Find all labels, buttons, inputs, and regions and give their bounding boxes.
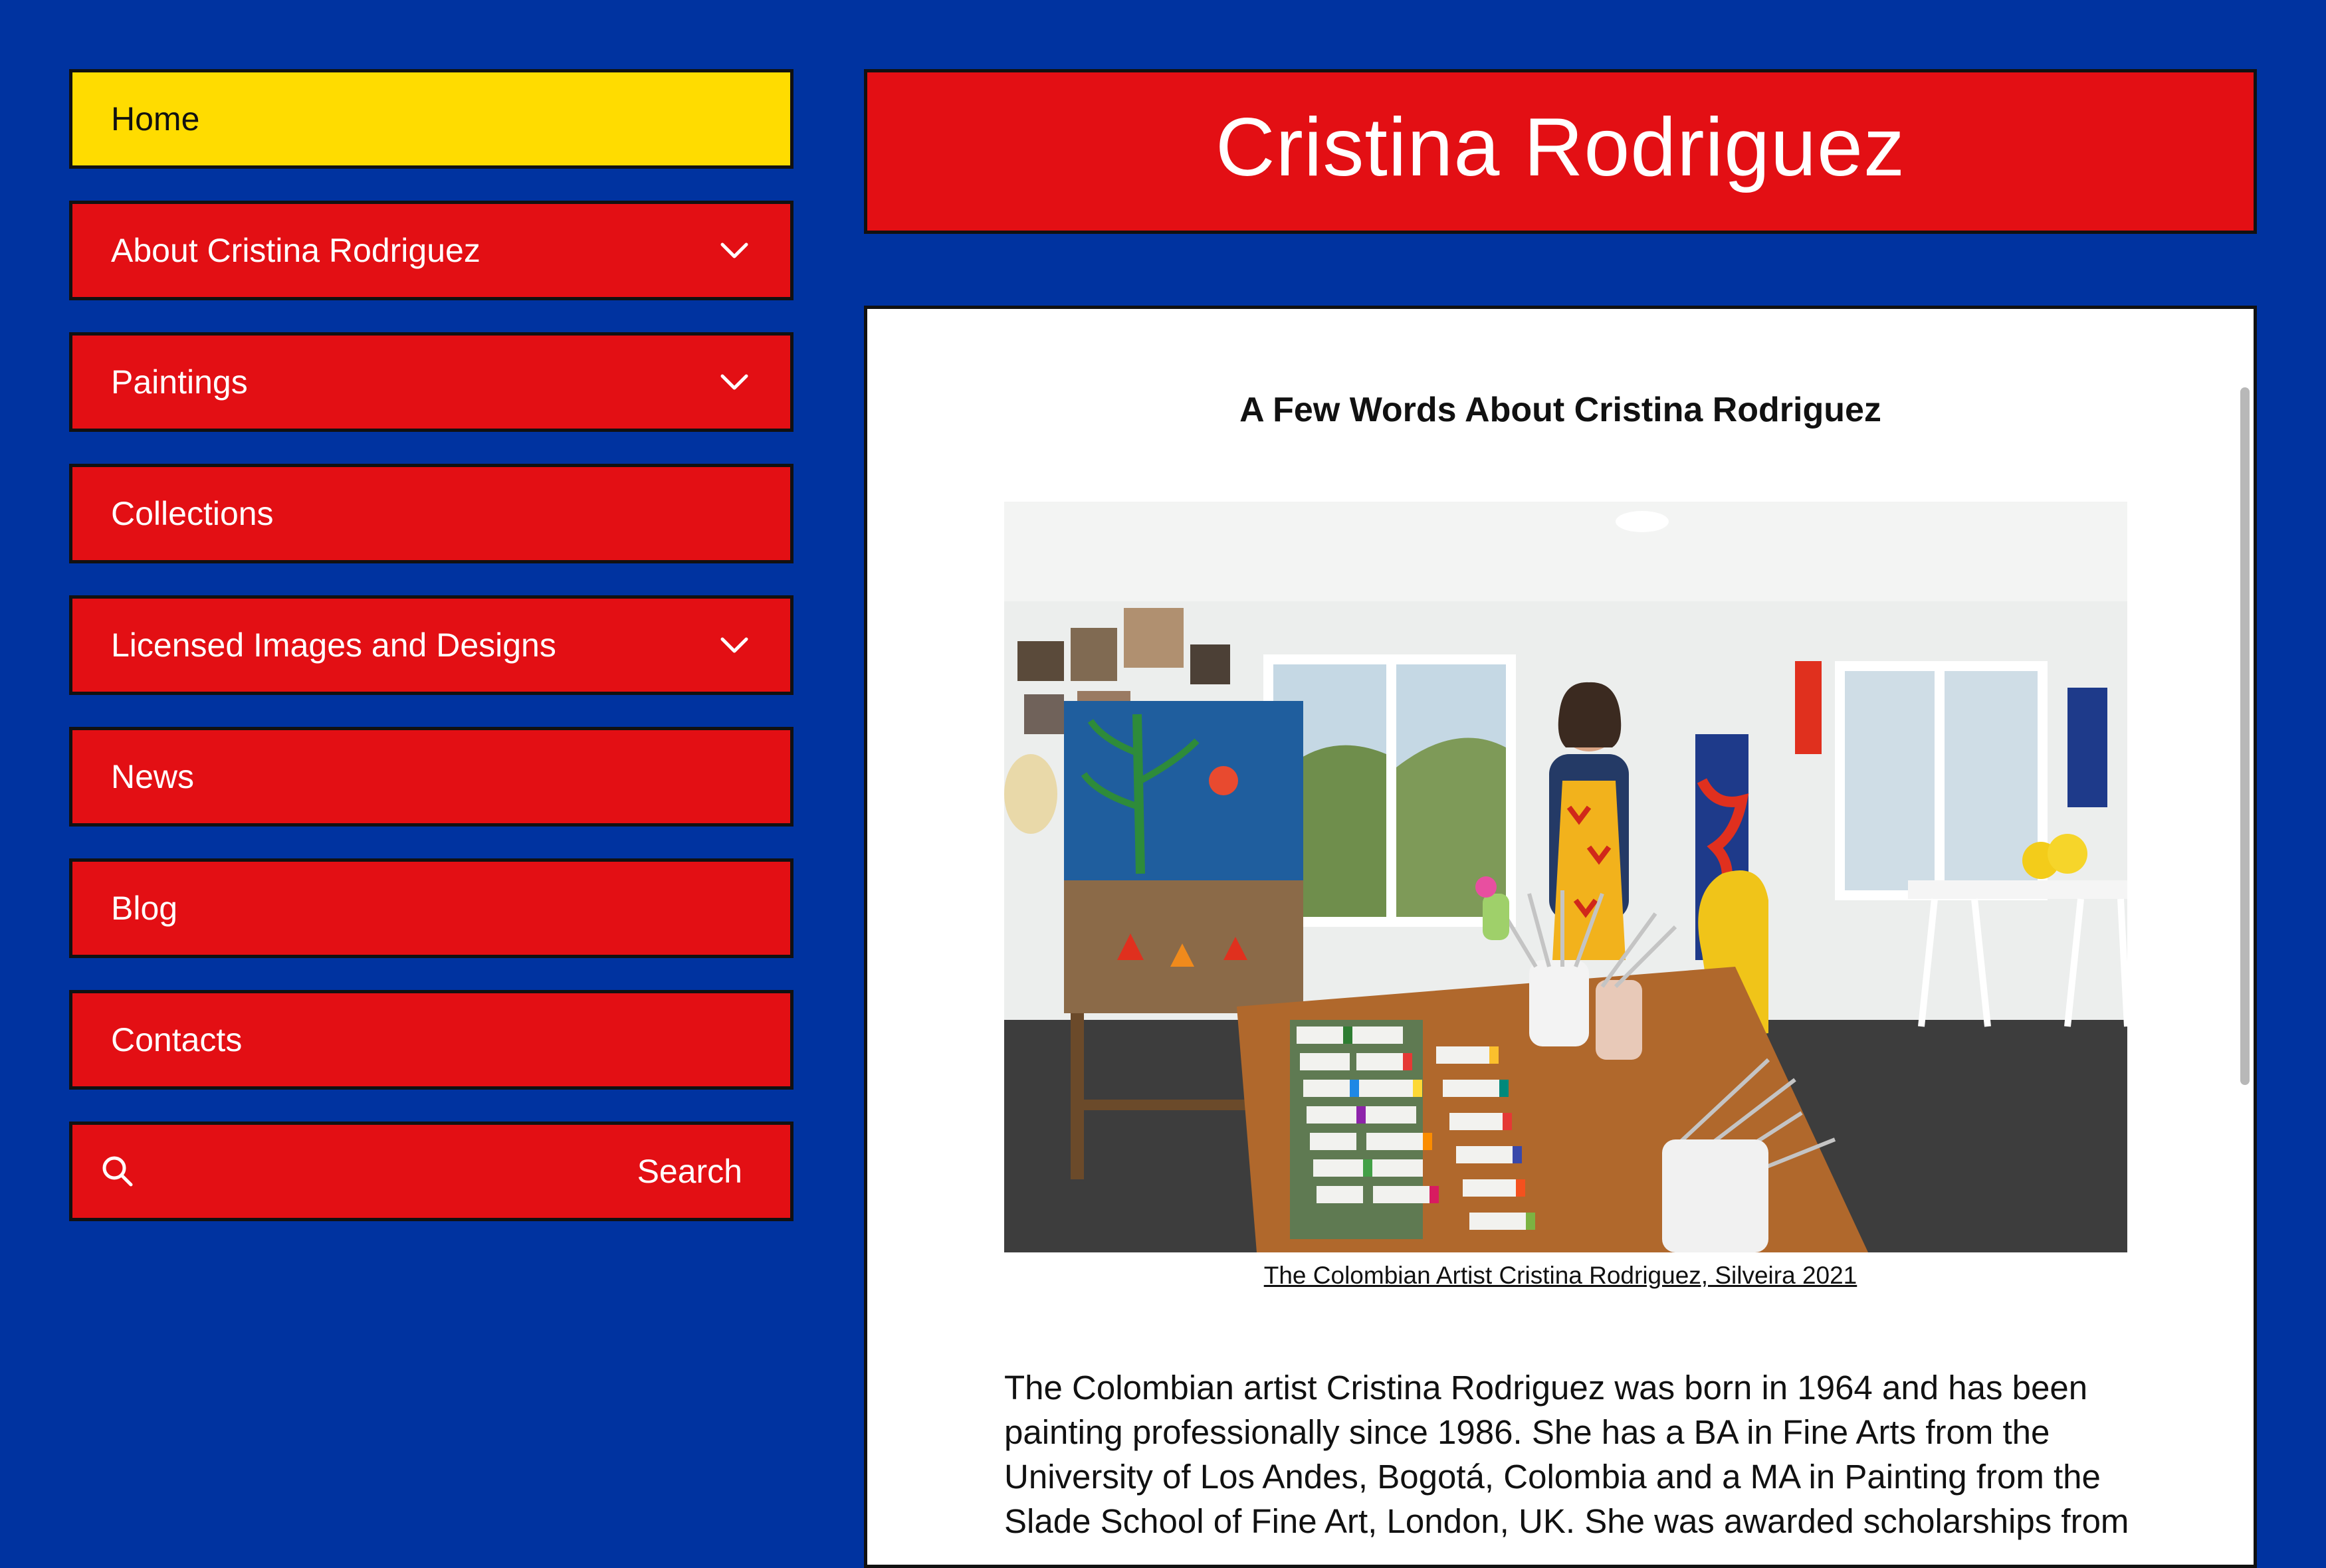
- intro-paragraph: The Colombian artist Cristina Rodriguez …: [1004, 1369, 2129, 1540]
- artist-studio-photo: [1004, 502, 2127, 1252]
- nav-item-paintings[interactable]: Paintings: [69, 332, 793, 432]
- site-title: Cristina Rodriguez: [1216, 102, 1905, 193]
- nav-item-home[interactable]: Home: [69, 69, 793, 169]
- chevron-down-icon[interactable]: [718, 629, 750, 661]
- nav-item-label: Contacts: [111, 1021, 243, 1058]
- chevron-down-icon[interactable]: [718, 235, 750, 266]
- nav-item-label: Paintings: [111, 363, 248, 401]
- content-panel: A Few Words About Cristina Rodriguez The…: [864, 306, 2257, 1568]
- search-input[interactable]: [138, 1151, 744, 1191]
- search-bar[interactable]: [69, 1122, 793, 1221]
- nav-item-label: Collections: [111, 495, 274, 532]
- nav-item-label: News: [111, 758, 195, 795]
- nav-item-blog[interactable]: Blog: [69, 858, 793, 958]
- search-icon[interactable]: [98, 1151, 138, 1191]
- photo-caption-link[interactable]: The Colombian Artist Cristina Rodriguez,…: [867, 1262, 2254, 1290]
- nav-item-contacts[interactable]: Contacts: [69, 990, 793, 1090]
- nav-item-label: About Cristina Rodriguez: [111, 232, 480, 269]
- nav-item-label: Home: [111, 100, 200, 138]
- sidebar-nav: Home About Cristina Rodriguez Paintings …: [69, 69, 793, 1221]
- nav-item-collections[interactable]: Collections: [69, 464, 793, 563]
- scrollbar[interactable]: [2240, 387, 2250, 1085]
- nav-item-news[interactable]: News: [69, 727, 793, 827]
- nav-item-label: Blog: [111, 890, 178, 927]
- nav-item-about[interactable]: About Cristina Rodriguez: [69, 201, 793, 300]
- nav-item-label: Licensed Images and Designs: [111, 627, 556, 664]
- nav-item-licensed-images[interactable]: Licensed Images and Designs: [69, 595, 793, 695]
- chevron-down-icon[interactable]: [718, 366, 750, 398]
- site-header: Cristina Rodriguez: [864, 69, 2257, 234]
- page-heading: A Few Words About Cristina Rodriguez: [1239, 391, 1881, 429]
